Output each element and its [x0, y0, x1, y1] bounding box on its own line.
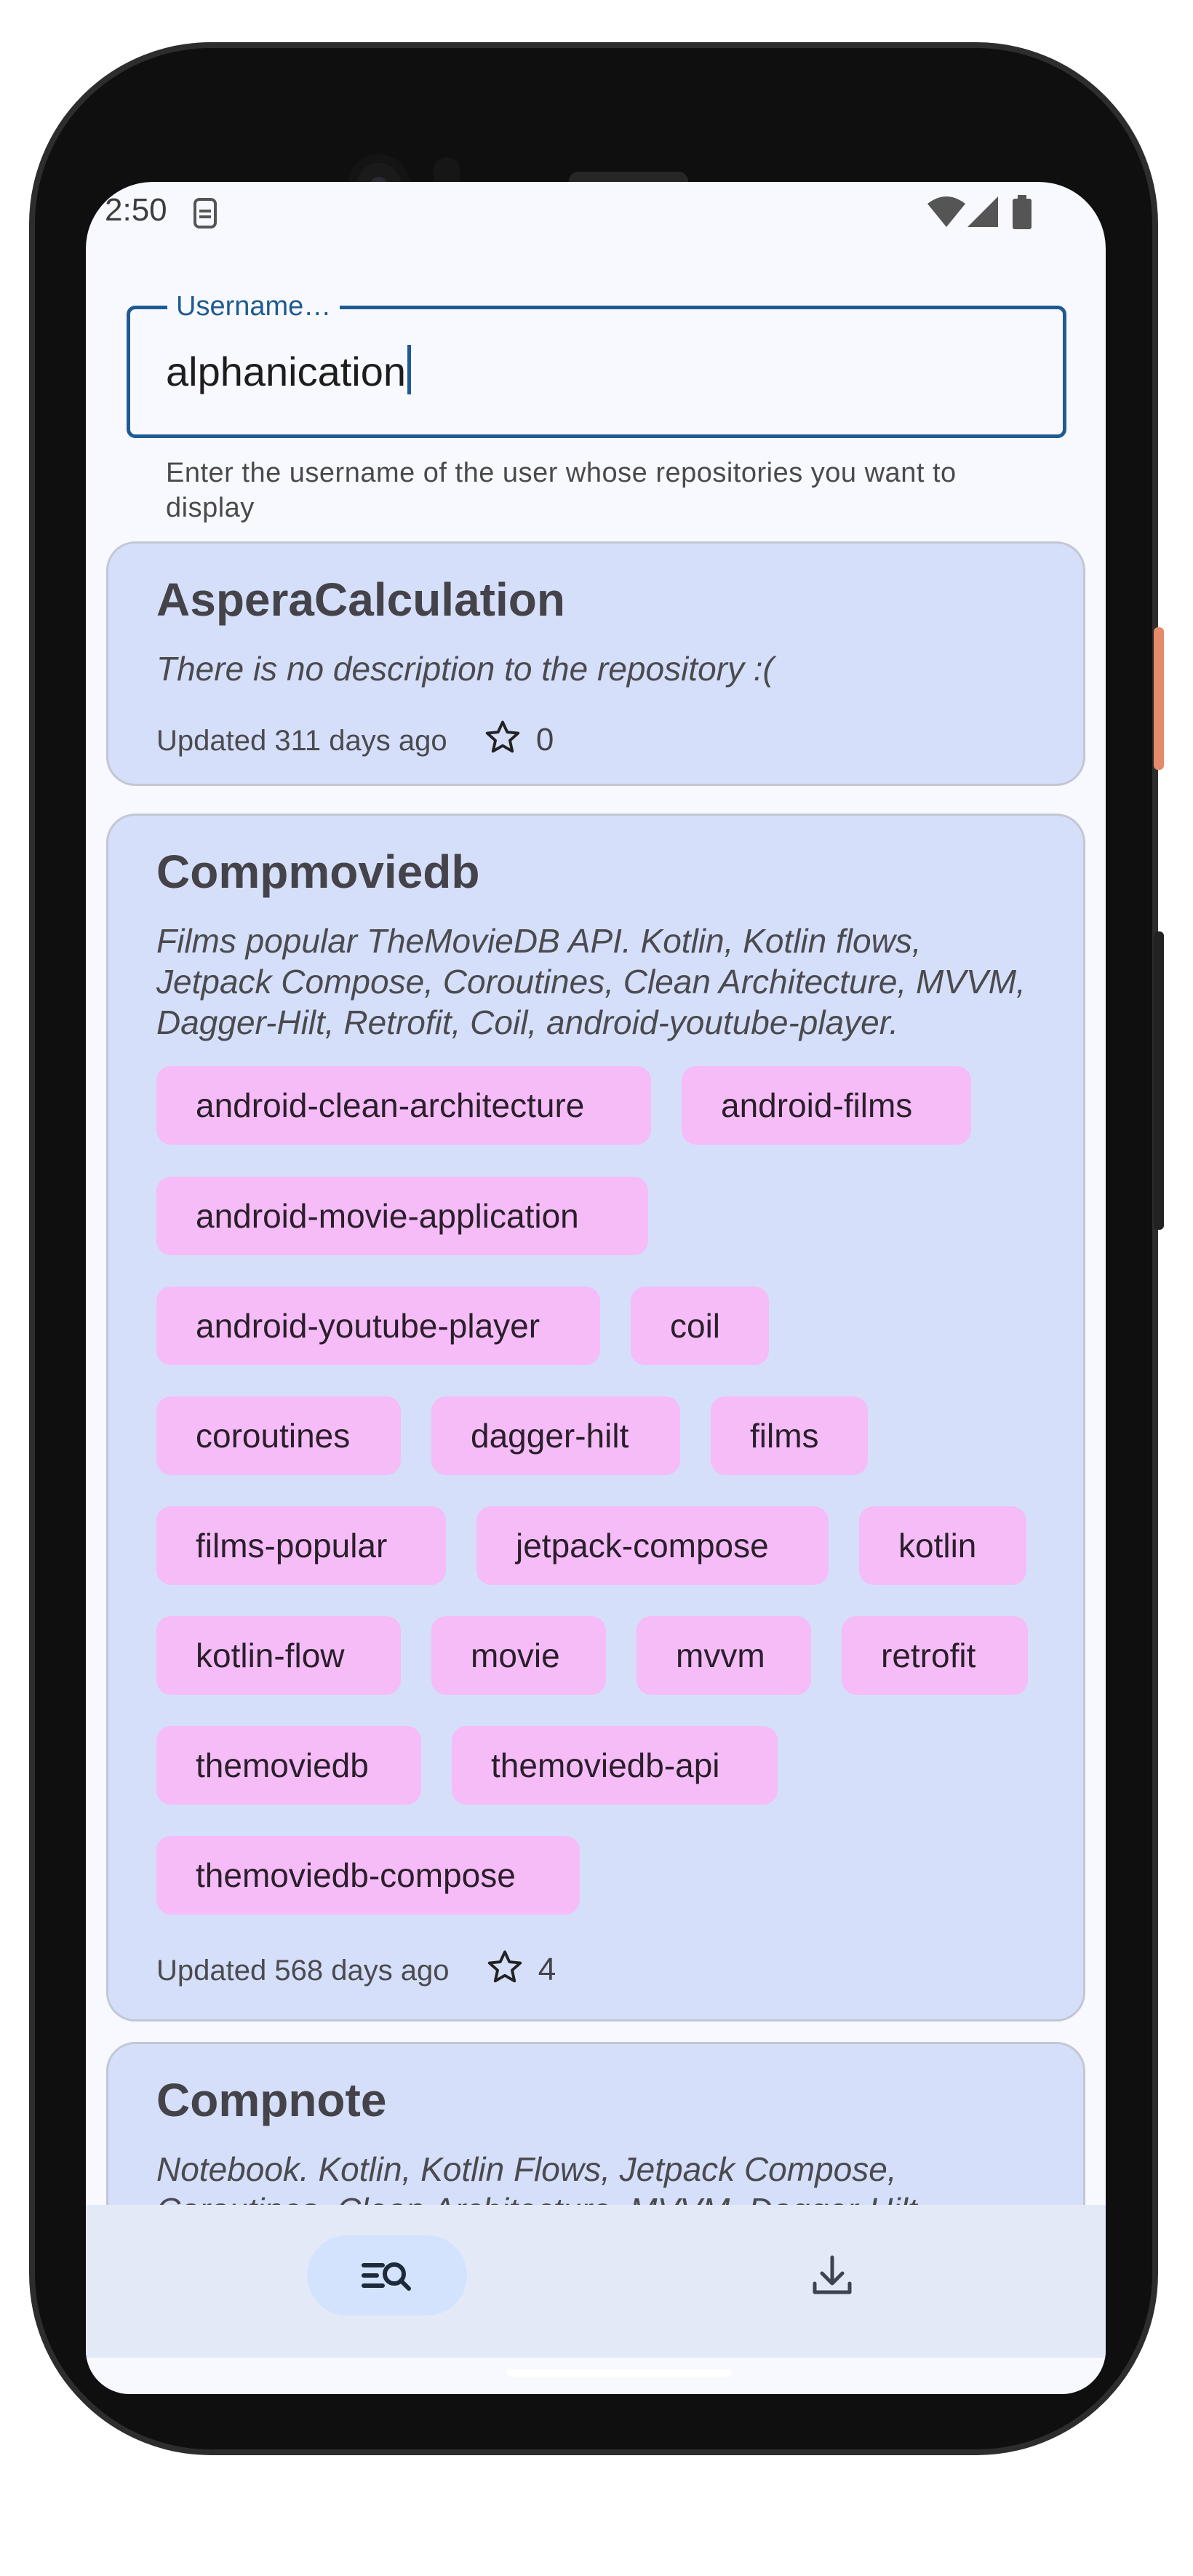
bottom-navigation [86, 2205, 1106, 2358]
status-bar: 2:50 [86, 182, 1106, 240]
repo-title: Compnote [156, 2074, 387, 2126]
topic-chip[interactable]: android-films [682, 1066, 971, 1145]
repo-stars: 0 [535, 722, 554, 758]
status-time: 2:50 [105, 192, 167, 228]
repo-meta: Updated 311 days ago 0 [156, 718, 554, 758]
text-caret [407, 345, 412, 394]
search-list-icon [362, 2262, 411, 2291]
topic-chip[interactable]: themoviedb-compose [156, 1836, 580, 1915]
cell-signal-icon [967, 196, 998, 227]
repo-title: AsperaCalculation [156, 573, 565, 626]
repo-card[interactable]: AsperaCalculation There is no descriptio… [106, 541, 1085, 786]
nav-downloads-button[interactable] [752, 2235, 912, 2315]
repo-card[interactable]: Compmoviedb Films popular TheMovieDB API… [106, 814, 1085, 2022]
topic-chip[interactable]: coil [631, 1287, 769, 1365]
topic-chip[interactable]: movie [431, 1616, 606, 1695]
username-helper-text: Enter the username of the user whose rep… [166, 458, 957, 523]
topic-chip[interactable]: mvvm [637, 1616, 811, 1695]
nav-search-button[interactable] [307, 2235, 467, 2315]
topic-chip[interactable]: themoviedb [156, 1726, 421, 1805]
repo-stars: 4 [538, 1952, 556, 1987]
repo-title: Compmoviedb [156, 846, 480, 898]
home-indicator[interactable] [506, 2369, 732, 2377]
topic-chip[interactable]: kotlin [859, 1506, 1026, 1585]
topic-chip[interactable]: dagger-hilt [431, 1396, 680, 1475]
topic-chip[interactable]: themoviedb-api [452, 1726, 778, 1805]
topic-chip[interactable]: android-movie-application [156, 1177, 648, 1255]
volume-button [1154, 931, 1164, 1230]
topic-chip[interactable]: retrofit [842, 1616, 1028, 1695]
star-icon [485, 720, 519, 753]
topic-chip[interactable]: android-clean-architecture [156, 1066, 651, 1145]
repo-description: There is no description to the repositor… [156, 650, 774, 688]
repo-meta: Updated 568 days ago 4 [156, 1948, 556, 1988]
username-input-value[interactable]: alphanication [166, 345, 412, 395]
repo-description: Films popular TheMovieDB API. Kotlin, Ko… [156, 922, 1026, 1041]
power-button [1154, 627, 1164, 770]
download-icon [813, 2255, 852, 2294]
star-icon [487, 1950, 522, 1983]
topic-chip[interactable]: jetpack-compose [476, 1506, 829, 1585]
wifi-icon [927, 196, 965, 227]
repo-updated: Updated 568 days ago [156, 1955, 450, 1987]
topic-chip[interactable]: films [711, 1396, 868, 1475]
app-screen: 2:50 Username… alphanication Enter the u… [86, 182, 1106, 2394]
topic-chip[interactable]: android-youtube-player [156, 1287, 600, 1365]
topic-chip[interactable]: kotlin-flow [156, 1616, 401, 1695]
battery-icon [1013, 195, 1032, 229]
repo-updated: Updated 311 days ago [156, 725, 447, 757]
sync-icon [193, 198, 217, 228]
topic-chip[interactable]: coroutines [156, 1396, 401, 1475]
username-input-label: Username… [167, 291, 340, 322]
topic-chip[interactable]: films-popular [156, 1506, 446, 1585]
